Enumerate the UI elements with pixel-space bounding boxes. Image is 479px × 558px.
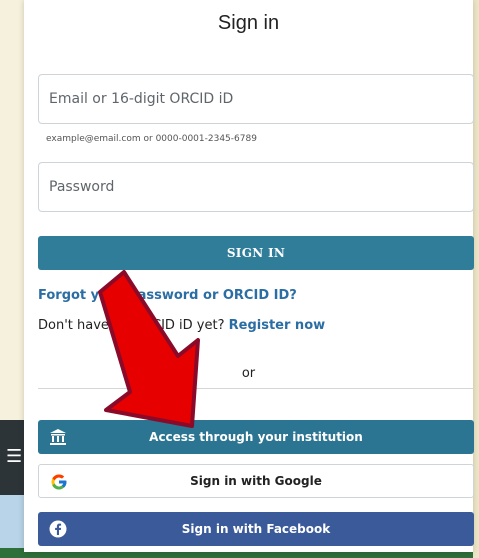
dialog-title: Sign in <box>217 12 280 34</box>
google-signin-label: Sign in with Google <box>190 474 322 488</box>
facebook-icon <box>48 519 68 539</box>
menu-icon[interactable]: ☰ <box>6 446 22 467</box>
google-signin-button[interactable]: Sign in with Google <box>38 464 474 498</box>
annotation-arrow-icon <box>98 270 200 428</box>
email-placeholder: Email or 16-digit ORCID iD <box>49 91 234 107</box>
google-icon <box>49 472 69 492</box>
institution-icon <box>48 427 68 447</box>
facebook-signin-button[interactable]: Sign in with Facebook <box>38 512 474 546</box>
email-hint: example@email.com or 0000-0001-2345-6789 <box>46 134 257 144</box>
register-link[interactable]: Register now <box>229 318 326 333</box>
signin-button[interactable]: SIGN IN <box>38 236 474 270</box>
password-field[interactable]: Password <box>38 162 474 212</box>
email-field[interactable]: Email or 16-digit ORCID iD <box>38 74 474 124</box>
facebook-signin-label: Sign in with Facebook <box>181 522 331 536</box>
password-placeholder: Password <box>49 179 115 195</box>
institution-signin-label: Access through your institution <box>149 430 363 444</box>
